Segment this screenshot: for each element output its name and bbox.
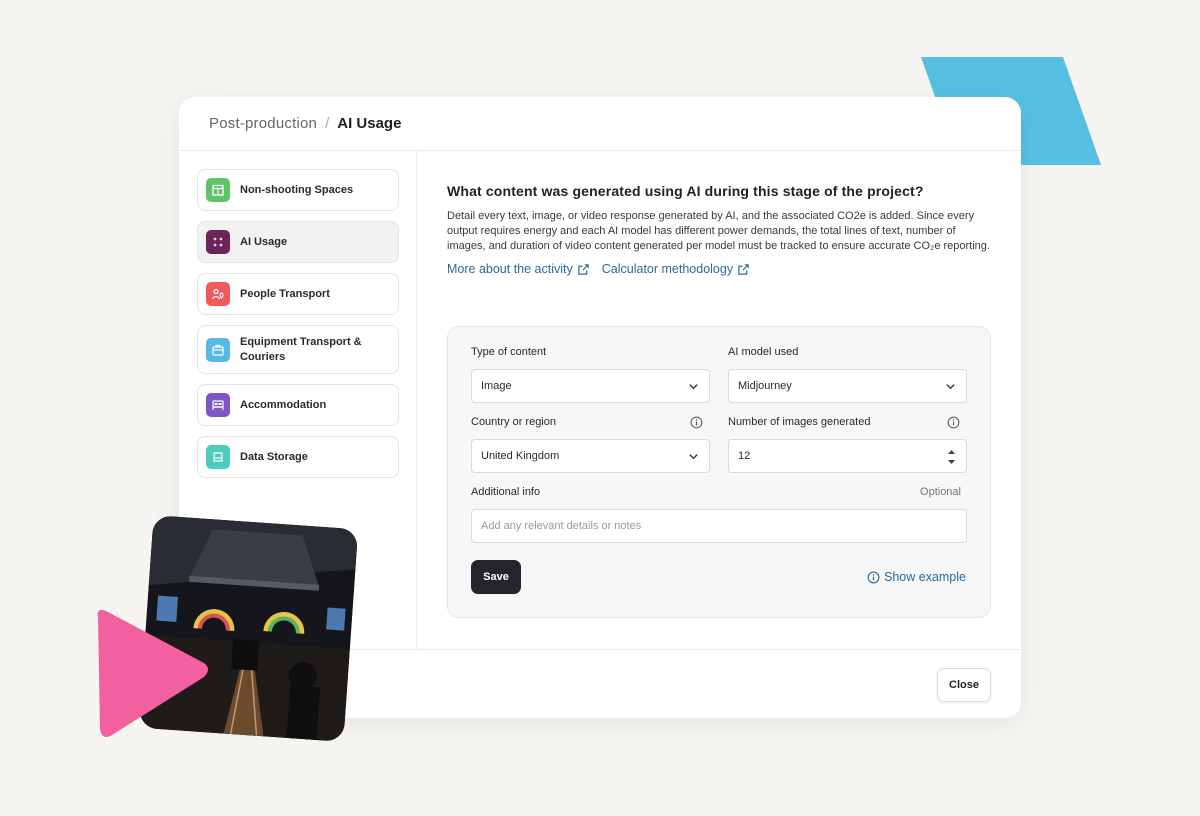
sidebar-item-label: Accommodation [240,398,327,411]
images-generated-input[interactable]: 12 [728,439,967,473]
sparkles-icon [206,230,230,254]
building-icon [206,178,230,202]
breadcrumb-parent[interactable]: Post-production [209,115,317,132]
chevron-down-icon [689,454,698,460]
pink-play-triangle-decoration [97,609,208,737]
sidebar-item-equipment-transport[interactable]: Equipment Transport & Couriers [197,325,399,374]
more-about-activity-link[interactable]: More about the activity [447,262,590,276]
link-label: Calculator methodology [601,262,734,276]
show-example-link[interactable]: Show example [867,570,966,584]
show-example-label: Show example [884,570,966,584]
people-pin-icon [206,282,230,306]
sidebar-item-accommodation[interactable]: Accommodation [197,384,399,426]
chevron-down-icon [946,384,955,390]
type-of-content-select[interactable]: Image [471,369,710,403]
info-links: More about the activity Calculator metho… [447,262,992,276]
breadcrumb-current: AI Usage [337,115,402,132]
country-region-label: Country or region [471,416,556,428]
type-of-content-label: Type of content [471,346,547,358]
page-title: What content was generated using AI duri… [447,183,924,199]
sidebar-item-label: People Transport [240,287,330,300]
sidebar-item-people-transport[interactable]: People Transport [197,273,399,315]
link-label: More about the activity [447,262,573,276]
sidebar-item-label: Data Storage [240,450,308,463]
storage-icon [206,445,230,469]
ai-model-value: Midjourney [738,380,792,392]
ai-model-label: AI model used [728,346,799,358]
close-button[interactable]: Close [937,668,991,702]
type-of-content-value: Image [481,380,512,392]
sidebar-item-label: AI Usage [240,235,288,248]
optional-label: Optional [920,486,961,498]
number-stepper[interactable] [947,449,956,465]
sidebar-item-ai-usage[interactable]: AI Usage [197,221,399,263]
package-icon [206,337,230,362]
activity-description: What content was generated using AI duri… [447,183,992,276]
chevron-down-icon [689,384,698,390]
info-icon[interactable] [947,416,960,429]
save-button[interactable]: Save [471,560,521,594]
bed-icon [206,393,230,417]
calculator-methodology-link[interactable]: Calculator methodology [602,262,750,276]
breadcrumb: Post-production / AI Usage [179,97,1021,151]
additional-info-placeholder: Add any relevant details or notes [481,520,642,532]
images-generated-value: 12 [738,450,751,462]
breadcrumb-separator: / [325,115,330,132]
ai-usage-form: Type of content Image AI model used Midj… [447,326,991,618]
external-link-icon [578,263,589,275]
stepper-down-icon[interactable] [947,459,956,465]
additional-info-input[interactable]: Add any relevant details or notes [471,509,967,543]
images-generated-label: Number of images generated [728,416,871,428]
sidebar-item-label: Equipment Transport & Couriers [240,335,362,363]
info-icon[interactable] [690,416,703,429]
country-region-select[interactable]: United Kingdom [471,439,710,473]
sidebar-item-non-shooting-spaces[interactable]: Non-shooting Spaces [197,169,399,211]
stepper-up-icon[interactable] [947,449,956,455]
external-link-icon [738,263,749,275]
additional-info-label: Additional info [471,486,541,498]
activity-description-text: Detail every text, image, or video respo… [447,210,990,252]
ai-model-select[interactable]: Midjourney [728,369,967,403]
sidebar-item-data-storage[interactable]: Data Storage [197,436,399,478]
country-region-value: United Kingdom [481,450,560,462]
info-icon [867,571,880,583]
sidebar-item-label: Non-shooting Spaces [240,183,354,196]
